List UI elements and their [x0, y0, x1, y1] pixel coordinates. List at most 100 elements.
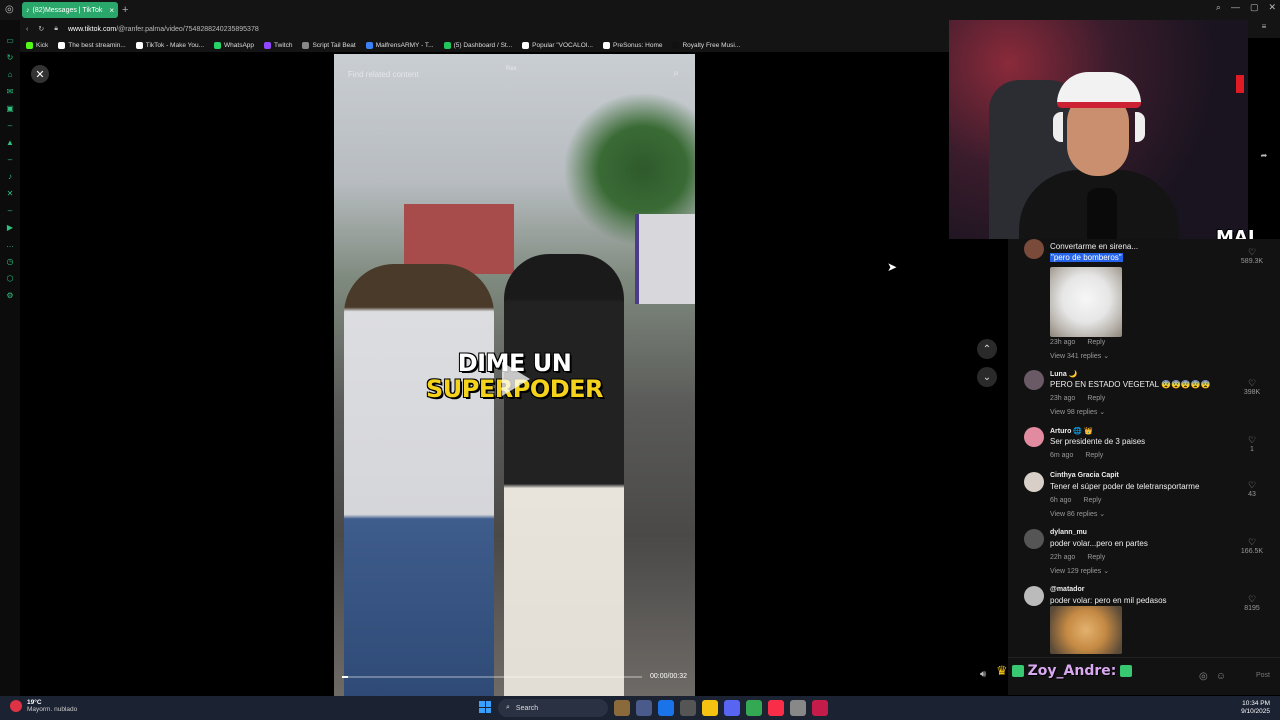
sidebar-icon-4[interactable]: ✉ — [7, 87, 14, 97]
avatar[interactable] — [1024, 472, 1044, 492]
video-search-icon[interactable]: ⌕ — [673, 68, 679, 79]
reply-button[interactable]: Reply — [1085, 452, 1103, 459]
bookmark-item[interactable]: Script Tail Beat — [302, 41, 356, 49]
avatar[interactable] — [1024, 427, 1044, 447]
view-replies-button[interactable]: View 129 replies ⌄ — [1050, 567, 1109, 575]
avatar[interactable] — [1024, 370, 1044, 390]
like-button[interactable]: ♡ 43 — [1240, 480, 1264, 500]
taskbar-app-github[interactable] — [680, 700, 696, 716]
share-icon[interactable]: ➦ — [1261, 151, 1268, 160]
bookmark-item[interactable]: Kick — [26, 41, 48, 49]
bookmark-item[interactable]: TikTok - Make You... — [135, 41, 204, 49]
close-tab-icon[interactable]: × — [109, 6, 114, 15]
post-button[interactable]: Post — [1256, 672, 1270, 679]
tab-tiktok[interactable]: ♪ (82)Messages | TikTok × — [22, 2, 118, 18]
like-count: 43 — [1248, 491, 1256, 498]
minimize-icon[interactable]: — — [1231, 2, 1240, 13]
search-icon[interactable]: ⌕ — [1216, 2, 1221, 13]
cam-cap — [1057, 72, 1141, 108]
like-button[interactable]: ♡ 8195 — [1240, 594, 1264, 614]
taskbar-app-discord[interactable] — [724, 700, 740, 716]
previous-video-button[interactable]: ⌃ — [977, 339, 997, 359]
close-window-icon[interactable]: ✕ — [1268, 2, 1276, 13]
close-video-button[interactable]: ✕ — [31, 65, 49, 83]
taskbar-clock[interactable]: 10:34 PM 9/10/2025 — [1241, 700, 1270, 716]
next-video-button[interactable]: ⌄ — [977, 367, 997, 387]
comment-meta: 23h ago Reply — [1050, 395, 1105, 402]
settings-icon[interactable]: ⚙ — [6, 291, 13, 301]
sidebar-icon-3[interactable]: ⌂ — [8, 70, 13, 80]
bookmark-item[interactable]: PreSonus: Home — [602, 41, 662, 49]
emoji-icon[interactable]: ☺ — [1216, 671, 1226, 682]
like-button[interactable]: ♡ 589.3K — [1240, 247, 1264, 267]
comment-user[interactable]: Luna 🌙 — [1050, 370, 1077, 378]
speaker-icon[interactable]: 🔊︎ — [980, 669, 986, 680]
clock-icon[interactable]: ◷ — [7, 257, 14, 267]
taskbar-app-settings[interactable] — [790, 700, 806, 716]
bookmark-item[interactable]: Twitch — [264, 41, 292, 49]
sidebar-icon-10[interactable]: … — [6, 240, 14, 250]
taskbar-app-opera[interactable] — [812, 700, 828, 716]
weather-widget[interactable]: 19°C Mayorm. nublado — [10, 699, 77, 713]
view-replies-button[interactable]: View 86 replies ⌄ — [1050, 510, 1105, 518]
new-tab-button[interactable]: + — [122, 4, 128, 16]
sidebar-icon-1[interactable]: ▭ — [6, 36, 14, 46]
video-progress-bar[interactable] — [342, 676, 642, 678]
comment-user[interactable]: @matador — [1050, 586, 1084, 593]
taskbar-app-outlook[interactable] — [658, 700, 674, 716]
taskbar-app-widgets[interactable] — [614, 700, 630, 716]
chevron-up-icon: ⌃ — [982, 343, 992, 355]
mention-icon[interactable]: ◎ — [1199, 671, 1208, 682]
comment-user[interactable]: dylann_mu — [1050, 529, 1087, 536]
comment-time: 23h ago — [1050, 339, 1076, 346]
back-icon[interactable]: ‹ — [26, 26, 28, 33]
taskbar-app-explorer[interactable] — [702, 700, 718, 716]
bookmark-item[interactable]: Royalty Free Musi... — [672, 41, 740, 49]
like-button[interactable]: ♡ 398K — [1240, 378, 1264, 398]
like-button[interactable]: ♡ 1 — [1240, 435, 1264, 455]
sidebar-icon-8[interactable]: – — [8, 155, 12, 165]
reply-button[interactable]: Reply — [1087, 339, 1105, 346]
taskbar-search[interactable]: ⌕ Search — [498, 699, 608, 717]
bookmark-item[interactable]: MalfrensARMY - T... — [365, 41, 434, 49]
view-replies-button[interactable]: View 98 replies ⌄ — [1050, 408, 1105, 416]
bookmark-item[interactable]: WhatsApp — [214, 41, 254, 49]
heart-icon: ♡ — [1247, 378, 1257, 388]
find-related-link[interactable]: Find related content — [348, 70, 419, 79]
avatar[interactable] — [1024, 586, 1044, 606]
sidebar-icon-2[interactable]: ↻ — [7, 53, 14, 63]
play-icon[interactable] — [502, 362, 530, 396]
url-host: www.tiktok.com — [67, 25, 117, 33]
url-field[interactable]: www.tiktok.com/@ranfer.palma/video/75482… — [68, 26, 259, 33]
comment-user[interactable]: Arturo 🌐 👑 — [1050, 427, 1093, 435]
sidebar-icon-9[interactable]: – — [8, 206, 12, 216]
view-replies-button[interactable]: View 341 replies ⌄ — [1050, 352, 1109, 360]
browser-logo-icon: ◎ — [5, 4, 14, 15]
like-button[interactable]: ♡ 166.5K — [1240, 537, 1264, 557]
screen: ◎ ♪ (82)Messages | TikTok × + ⌕ — ▢ ✕ ‹ … — [0, 0, 1280, 720]
bookmark-item[interactable]: (5) Dashboard / St... — [443, 41, 512, 49]
x-icon[interactable]: ✕ — [7, 189, 14, 199]
reload-icon[interactable]: ↻ — [38, 25, 44, 33]
tiktok-icon[interactable]: ♪ — [8, 172, 12, 182]
reply-button[interactable]: Reply — [1087, 554, 1105, 561]
sidebar-icon-6[interactable]: – — [8, 121, 12, 131]
video-player[interactable]: Find related content Rex ⌕ DIME UN SUPER… — [334, 54, 695, 696]
taskbar-app-chrome[interactable] — [746, 700, 762, 716]
start-button[interactable] — [479, 701, 491, 713]
sidebar-icon-7[interactable]: ▲ — [6, 138, 14, 148]
sidebar-icon-5[interactable]: ▣ — [6, 104, 14, 114]
maximize-icon[interactable]: ▢ — [1250, 2, 1259, 13]
avatar[interactable] — [1024, 529, 1044, 549]
comment-user[interactable]: Cinthya Gracia Capit — [1050, 472, 1119, 479]
reply-button[interactable]: Reply — [1087, 395, 1105, 402]
taskbar-app-music[interactable] — [768, 700, 784, 716]
reply-button[interactable]: Reply — [1083, 497, 1101, 504]
cube-icon[interactable]: ⬡ — [7, 274, 14, 284]
taskbar-app-taskview[interactable] — [636, 700, 652, 716]
bookmark-item[interactable]: The best streamin... — [58, 41, 126, 49]
avatar[interactable] — [1024, 239, 1044, 259]
menu-icon[interactable]: ≡ — [1262, 22, 1267, 31]
play-circle-icon[interactable]: ▶ — [7, 223, 13, 233]
bookmark-item[interactable]: Popular "VOCALOI... — [522, 41, 593, 49]
